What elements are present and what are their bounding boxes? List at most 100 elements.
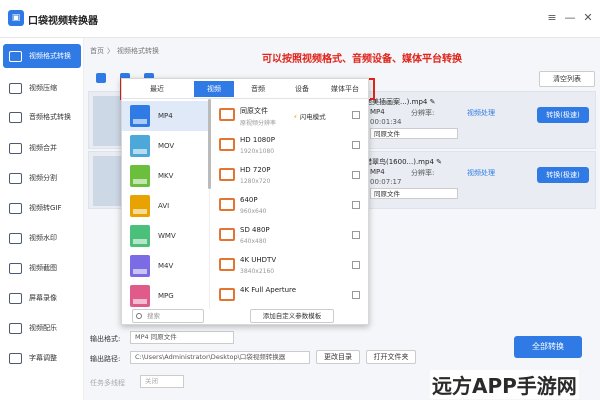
flash-mode-label: 闪电模式: [299, 113, 326, 121]
task-format: MP4: [370, 168, 385, 176]
sidebar-item-label: 视频水印: [29, 234, 57, 242]
edit-icon[interactable]: [352, 231, 360, 239]
breadcrumb: 首页〉视频格式转换: [90, 46, 162, 56]
split-icon: [9, 172, 22, 184]
preset-resolution: 1280x720: [240, 178, 271, 185]
video-process-link[interactable]: 视频处理: [467, 168, 495, 178]
popup-footer: 搜索 添加自定义参数模板: [122, 307, 370, 326]
task-resolution-label: 分辨率:: [411, 169, 435, 177]
sidebar-item-label: 视频配乐: [29, 324, 57, 332]
output-format-select[interactable]: MP4 同原文件: [130, 331, 234, 344]
convert-button[interactable]: 转换(极速): [537, 107, 589, 123]
edit-icon[interactable]: [352, 201, 360, 209]
minimize-icon[interactable]: —: [563, 11, 577, 24]
convert-all-button[interactable]: 全部转换: [514, 336, 582, 358]
preset-item[interactable]: HD 1080P 1920x1080: [213, 131, 365, 161]
task-quality-select[interactable]: 同原文件: [370, 128, 458, 139]
edit-icon[interactable]: [352, 111, 360, 119]
annotation-text: 可以按照视频格式、音频设备、媒体平台转换: [262, 54, 462, 65]
sidebar-item-subtitle[interactable]: 字幕调整: [3, 346, 81, 370]
edit-icon[interactable]: [352, 171, 360, 179]
video-film-icon: [219, 258, 235, 271]
preset-item[interactable]: HD 720P 1280x720: [213, 161, 365, 191]
threads-select[interactable]: 关闭: [140, 375, 184, 388]
video-film-icon: [219, 198, 235, 211]
tab-audio[interactable]: 音频: [238, 81, 278, 97]
preset-resolution: 1920x1080: [240, 148, 275, 155]
sidebar-item-video-music[interactable]: 视频配乐: [3, 316, 81, 340]
preset-item[interactable]: SD 480P 640x480: [213, 221, 365, 251]
preset-name: HD 1080P: [240, 136, 275, 144]
change-directory-button[interactable]: 更改目录: [316, 350, 360, 364]
format-item-wmv[interactable]: WMV: [122, 221, 209, 251]
sidebar-item-video-gif[interactable]: 视频转GIF: [3, 196, 81, 220]
breadcrumb-home[interactable]: 首页: [90, 47, 104, 55]
format-item-mov[interactable]: MOV: [122, 131, 209, 161]
edit-icon[interactable]: [352, 261, 360, 269]
edit-icon[interactable]: [352, 141, 360, 149]
sidebar-item-video-split[interactable]: 视频分割: [3, 166, 81, 190]
format-item-mkv[interactable]: MKV: [122, 161, 209, 191]
format-list: MP4 MOV MKV AVI WMV M4V MPG: [122, 99, 210, 309]
format-list-scrollbar[interactable]: [208, 99, 211, 189]
video-convert-icon: [9, 50, 22, 62]
format-item-avi[interactable]: AVI: [122, 191, 209, 221]
preset-list: 同原文件 原视频分辨率 ⚡ 闪电模式 HD 1080P 1920x1080 HD…: [213, 99, 365, 309]
sidebar-item-screen-record[interactable]: 屏幕录像: [3, 286, 81, 310]
format-item-mp4[interactable]: MP4: [122, 101, 209, 131]
open-folder-button[interactable]: 打开文件夹: [366, 350, 416, 364]
preset-name: HD 720P: [240, 166, 271, 174]
format-tabs: 最近 视频 音频 设备 媒体平台: [122, 79, 370, 99]
task-quality-select[interactable]: 同原文件: [370, 188, 458, 199]
video-thumbnail: [93, 156, 123, 206]
task-resolution-label: 分辨率:: [411, 109, 435, 117]
edit-icon[interactable]: [352, 291, 360, 299]
format-search-input[interactable]: 搜索: [132, 309, 204, 323]
flash-mode-badge: ⚡ 闪电模式: [293, 111, 326, 121]
tab-recent[interactable]: 最近: [132, 81, 182, 97]
gif-icon: [9, 202, 22, 214]
compress-icon: [9, 82, 22, 94]
output-path-input[interactable]: C:\Users\Administrator\Desktop\口袋视频转换器: [130, 351, 310, 364]
format-label: WMV: [158, 232, 176, 240]
convert-button[interactable]: 转换(极速): [537, 167, 589, 183]
sidebar-item-label: 视频压缩: [29, 84, 57, 92]
preset-item[interactable]: 4K Full Aperture: [213, 281, 365, 309]
preset-item[interactable]: 640P 960x640: [213, 191, 365, 221]
sidebar-item-video-watermark[interactable]: 视频水印: [3, 226, 81, 250]
preset-name: SD 480P: [240, 226, 270, 234]
avi-file-icon: [130, 195, 150, 217]
format-label: MKV: [158, 172, 174, 180]
add-file-icon[interactable]: [96, 73, 106, 83]
sidebar-item-video-screenshot[interactable]: 视频截图: [3, 256, 81, 280]
clear-list-button[interactable]: 清空列表: [539, 71, 595, 87]
sidebar-item-audio-convert[interactable]: 音频格式转换: [3, 105, 81, 129]
menu-icon[interactable]: ≡: [545, 11, 559, 24]
sidebar-item-video-compress[interactable]: 视频压缩: [3, 76, 81, 100]
format-label: M4V: [158, 262, 174, 270]
tab-media-platform[interactable]: 媒体平台: [324, 81, 366, 97]
preset-resolution: 640x480: [240, 238, 267, 245]
preset-item[interactable]: 同原文件 原视频分辨率 ⚡ 闪电模式: [213, 101, 365, 131]
output-path-label: 输出路径:: [90, 355, 121, 363]
format-item-mpg[interactable]: MPG: [122, 281, 209, 309]
add-custom-template-button[interactable]: 添加自定义参数模板: [250, 309, 334, 323]
preset-resolution: 3840x2160: [240, 268, 275, 275]
format-item-m4v[interactable]: M4V: [122, 251, 209, 281]
sidebar-item-video-convert[interactable]: 视频格式转换: [3, 44, 81, 68]
sidebar-item-video-merge[interactable]: 视频合并: [3, 136, 81, 160]
music-icon: [9, 322, 22, 334]
preset-name: 同原文件: [240, 107, 268, 115]
sidebar-item-label: 字幕调整: [29, 354, 57, 362]
tab-device[interactable]: 设备: [282, 81, 322, 97]
video-process-link[interactable]: 视频处理: [467, 108, 495, 118]
mpg-file-icon: [130, 285, 150, 307]
preset-name: 4K Full Aperture: [240, 286, 297, 294]
close-icon[interactable]: ✕: [581, 11, 595, 24]
format-popup: 最近 视频 音频 设备 媒体平台 MP4 MOV MKV AVI WMV M4V…: [121, 78, 370, 326]
format-label: MP4: [158, 112, 173, 120]
tab-video[interactable]: 视频: [194, 81, 234, 97]
lightning-icon: ⚡: [293, 113, 298, 121]
preset-item[interactable]: 4K UHDTV 3840x2160: [213, 251, 365, 281]
format-label: MOV: [158, 142, 175, 150]
